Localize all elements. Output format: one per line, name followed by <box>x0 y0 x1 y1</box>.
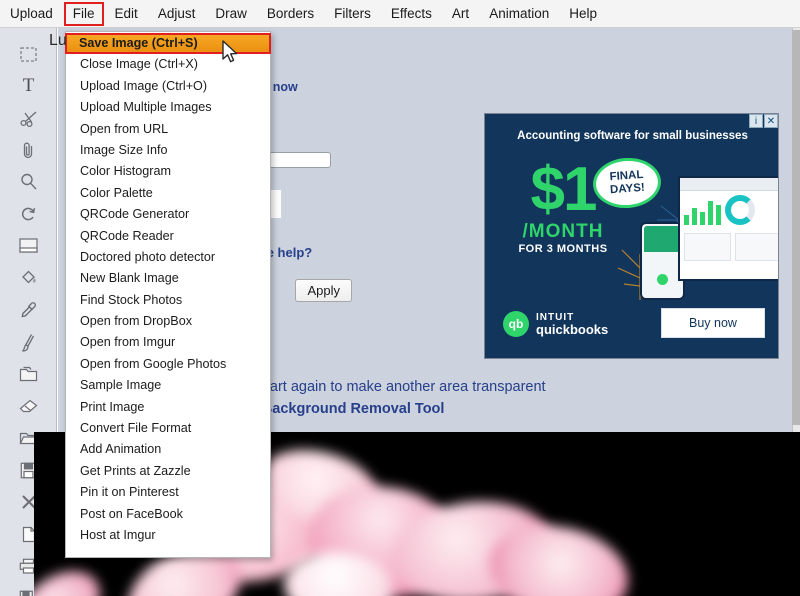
menu-item-convert-file-format[interactable]: Convert File Format <box>66 418 270 439</box>
ad-donut-chart <box>725 195 755 225</box>
menubar-item-borders[interactable]: Borders <box>258 2 323 26</box>
menu-item-doctored-photo-detector[interactable]: Doctored photo detector <box>66 247 270 268</box>
menu-item-post-on-facebook[interactable]: Post on FaceBook <box>66 504 270 525</box>
vertical-scrollbar-thumb[interactable] <box>792 30 800 425</box>
menu-item-open-from-google-photos[interactable]: Open from Google Photos <box>66 354 270 375</box>
menu-item-color-histogram[interactable]: Color Histogram <box>66 161 270 182</box>
file-dropdown-menu: Save Image (Ctrl+S) Close Image (Ctrl+X)… <box>65 31 271 558</box>
magnifier-icon[interactable] <box>0 166 57 198</box>
main-menu-bar: Upload File Edit Adjust Draw Borders Fil… <box>0 0 800 28</box>
menu-item-open-from-url[interactable]: Open from URL <box>66 119 270 140</box>
lunapic-editor-window: Upload File Edit Adjust Draw Borders Fil… <box>0 0 800 596</box>
menu-item-open-from-dropbox[interactable]: Open from DropBox <box>66 311 270 332</box>
menu-item-upload-image[interactable]: Upload Image (Ctrl+O) <box>66 76 270 97</box>
menu-item-find-stock-photos[interactable]: Find Stock Photos <box>66 290 270 311</box>
brush-icon[interactable] <box>0 326 57 358</box>
menu-item-image-size-info[interactable]: Image Size Info <box>66 140 270 161</box>
menubar-item-edit[interactable]: Edit <box>106 2 147 26</box>
ad-brand-quickbooks: quickbooks <box>536 322 609 337</box>
paint-bucket-icon[interactable] <box>0 262 57 294</box>
menubar-item-filters[interactable]: Filters <box>325 2 380 26</box>
menu-item-color-palette[interactable]: Color Palette <box>66 183 270 204</box>
ad-bar-chart <box>684 195 721 225</box>
menubar-item-art[interactable]: Art <box>443 2 478 26</box>
menu-item-host-at-imgur[interactable]: Host at Imgur <box>66 525 270 546</box>
menu-item-print-image[interactable]: Print Image <box>66 397 270 418</box>
rotate-icon[interactable] <box>0 198 57 230</box>
sticker-line-2: DAYS! <box>609 181 646 197</box>
menu-item-open-from-imgur[interactable]: Open from Imgur <box>66 332 270 353</box>
menu-item-sample-image[interactable]: Sample Image <box>66 375 270 396</box>
ad-badge-row: i ✕ <box>749 114 778 128</box>
menu-item-qrcode-reader[interactable]: QRCode Reader <box>66 226 270 247</box>
eraser-icon[interactable] <box>0 390 57 422</box>
ad-buy-now-button[interactable]: Buy now <box>661 308 765 338</box>
paperclip-icon[interactable] <box>0 134 57 166</box>
eyedropper-icon[interactable] <box>0 294 57 326</box>
text-tool-icon[interactable]: T <box>0 70 57 102</box>
ad-headline: Accounting software for small businesses <box>517 130 748 142</box>
menu-item-upload-multiple-images[interactable]: Upload Multiple Images <box>66 97 270 118</box>
mouse-cursor-icon <box>222 40 238 63</box>
start-again-link[interactable]: start again to make another area transpa… <box>259 379 546 395</box>
copy-layer-icon[interactable] <box>0 358 57 390</box>
menu-item-qrcode-generator[interactable]: QRCode Generator <box>66 204 270 225</box>
menubar-item-effects[interactable]: Effects <box>382 2 441 26</box>
menu-item-add-animation[interactable]: Add Animation <box>66 439 270 460</box>
ad-dashboard-mockup <box>678 176 778 281</box>
menu-item-pin-it-on-pinterest[interactable]: Pin it on Pinterest <box>66 482 270 503</box>
ad-info-icon[interactable]: i <box>749 114 763 128</box>
ad-close-icon[interactable]: ✕ <box>764 114 778 128</box>
quickbooks-mark-icon: qb <box>503 311 529 337</box>
menubar-item-upload[interactable]: Upload <box>1 2 62 26</box>
menu-item-get-prints-at-zazzle[interactable]: Get Prints at Zazzle <box>66 461 270 482</box>
advertisement-banner[interactable]: i ✕ Accounting software for small busine… <box>484 113 779 359</box>
menubar-item-draw[interactable]: Draw <box>206 2 256 26</box>
page-title-fragment: Lu <box>49 32 67 49</box>
scissors-icon[interactable] <box>0 102 57 134</box>
apply-button[interactable]: Apply <box>295 278 352 302</box>
menubar-item-file[interactable]: File <box>63 1 104 26</box>
menubar-item-animation[interactable]: Animation <box>480 2 558 26</box>
ad-brand-logo: qb INTUIT quickbooks <box>503 311 608 337</box>
menu-item-save-image[interactable]: Save Image (Ctrl+S) <box>65 33 271 55</box>
ad-price-duration: FOR 3 MONTHS <box>518 243 608 255</box>
menubar-item-help[interactable]: Help <box>560 2 606 26</box>
ad-price-period: /MONTH <box>522 221 604 242</box>
crop-icon[interactable] <box>0 230 57 262</box>
menubar-item-adjust[interactable]: Adjust <box>149 2 205 26</box>
menu-item-new-blank-image[interactable]: New Blank Image <box>66 268 270 289</box>
